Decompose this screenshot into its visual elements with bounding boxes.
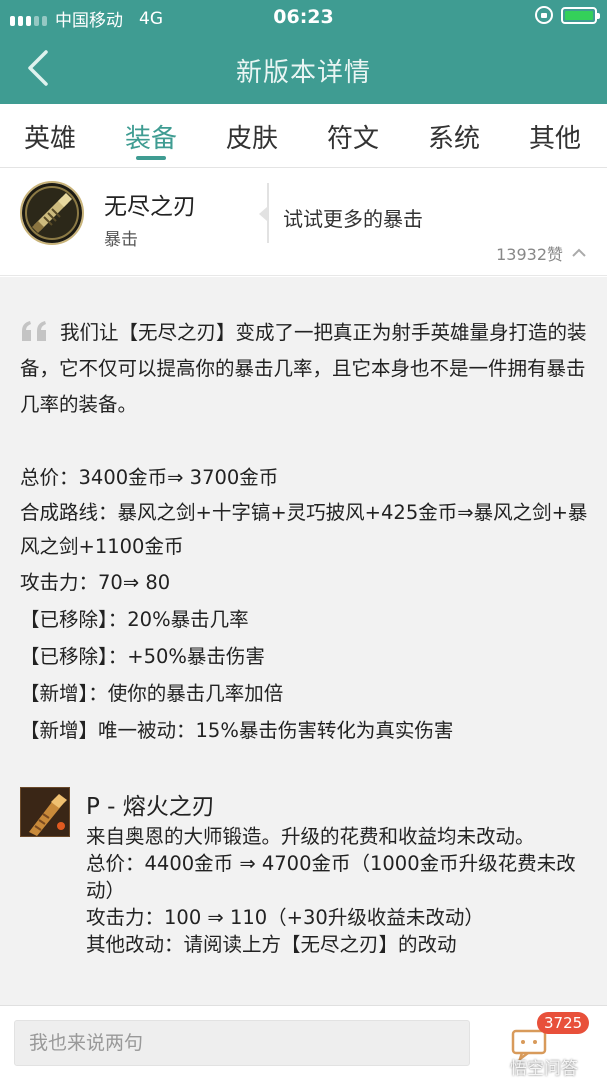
active-tab-indicator bbox=[136, 156, 166, 160]
chevron-up-icon bbox=[572, 248, 586, 257]
added-unique-passive-line: 【新增】唯一被动：15%暴击伤害转化为真实伤害 bbox=[20, 719, 454, 742]
recipe-line: 合成路线：暴风之剑+十字镐+灵巧披风+425金币⇒暴风之剑+暴风之剑+1100金… bbox=[20, 501, 588, 558]
sub-item-desc: 来自奥恩的大师锻造。升级的花费和收益均未改动。 bbox=[86, 825, 535, 848]
watermark: 悟空问答 bbox=[510, 1059, 578, 1079]
item-category: 暴击 bbox=[104, 230, 138, 250]
molten-edge-icon bbox=[20, 787, 70, 837]
status-bar: 中国移动 4G 06:23 bbox=[0, 0, 607, 34]
sub-item-attack: 攻击力：100 ⇒ 110（+30升级收益未改动） bbox=[86, 906, 484, 929]
page-title: 新版本详情 bbox=[235, 58, 371, 88]
sub-item-cost: 总价：4400金币 ⇒ 4700金币（1000金币升级花费未改动） bbox=[86, 852, 576, 902]
item-quote: 我们让【无尽之刃】变成了一把真正为射手英雄量身打造的装备，它不仅可以提高你的暴击… bbox=[20, 315, 590, 423]
sub-item-title: P - 熔火之刃 bbox=[86, 794, 215, 820]
removed-crit-damage-line: 【已移除】：+50%暴击伤害 bbox=[20, 645, 265, 668]
attack-damage-line: 攻击力：70⇒ 80 bbox=[20, 571, 171, 594]
sub-item-details: 来自奥恩的大师锻造。升级的花费和收益均未改动。 总价：4400金币 ⇒ 4700… bbox=[86, 823, 586, 958]
vertical-divider bbox=[267, 183, 269, 243]
comment-input[interactable] bbox=[14, 1020, 470, 1066]
collapse-button[interactable] bbox=[571, 243, 587, 262]
tab-bar: 英雄 装备 皮肤 符文 系统 其他 bbox=[0, 104, 607, 168]
change-list: 总价：3400金币⇒ 3700金币 合成路线：暴风之剑+十字镐+灵巧披风+425… bbox=[20, 459, 590, 749]
tab-other[interactable]: 其他 bbox=[515, 118, 595, 155]
infinity-edge-icon bbox=[20, 181, 84, 245]
added-double-crit-line: 【新增】：使你的暴击几率加倍 bbox=[20, 682, 284, 705]
tab-system[interactable]: 系统 bbox=[414, 118, 494, 155]
status-time: 06:23 bbox=[273, 6, 334, 28]
item-summary-card[interactable]: 无尽之刃 暴击 试试更多的暴击 13932赞 bbox=[0, 169, 607, 276]
removed-crit-chance-line: 【已移除】：20%暴击几率 bbox=[20, 608, 249, 631]
item-name: 无尽之刃 bbox=[104, 194, 196, 220]
tab-skins[interactable]: 皮肤 bbox=[212, 118, 292, 155]
tab-runes[interactable]: 符文 bbox=[313, 118, 393, 155]
sub-item-other: 其他改动：请阅读上方【无尽之刃】的改动 bbox=[86, 933, 457, 956]
rotation-lock-icon bbox=[535, 6, 553, 24]
item-tip: 试试更多的暴击 bbox=[283, 207, 423, 231]
battery-icon bbox=[561, 6, 600, 24]
total-cost-line: 总价：3400金币⇒ 3700金币 bbox=[20, 466, 279, 489]
comment-bar: 3725 悟空问答 bbox=[0, 1005, 607, 1080]
tab-items[interactable]: 装备 bbox=[111, 118, 191, 155]
comment-count-badge: 3725 bbox=[537, 1012, 590, 1034]
patch-notes-content: 我们让【无尽之刃】变成了一把真正为射手英雄量身打造的装备，它不仅可以提高你的暴击… bbox=[0, 277, 607, 1005]
app-header: 中国移动 4G 06:23 新版本详情 bbox=[0, 0, 607, 104]
like-count: 13932赞 bbox=[496, 245, 563, 264]
quote-text: 我们让【无尽之刃】变成了一把真正为射手英雄量身打造的装备，它不仅可以提高你的暴击… bbox=[20, 321, 587, 416]
tab-heroes[interactable]: 英雄 bbox=[10, 118, 90, 155]
status-right bbox=[535, 6, 600, 24]
quote-mark-icon bbox=[22, 321, 46, 341]
divider-arrow bbox=[259, 207, 267, 221]
